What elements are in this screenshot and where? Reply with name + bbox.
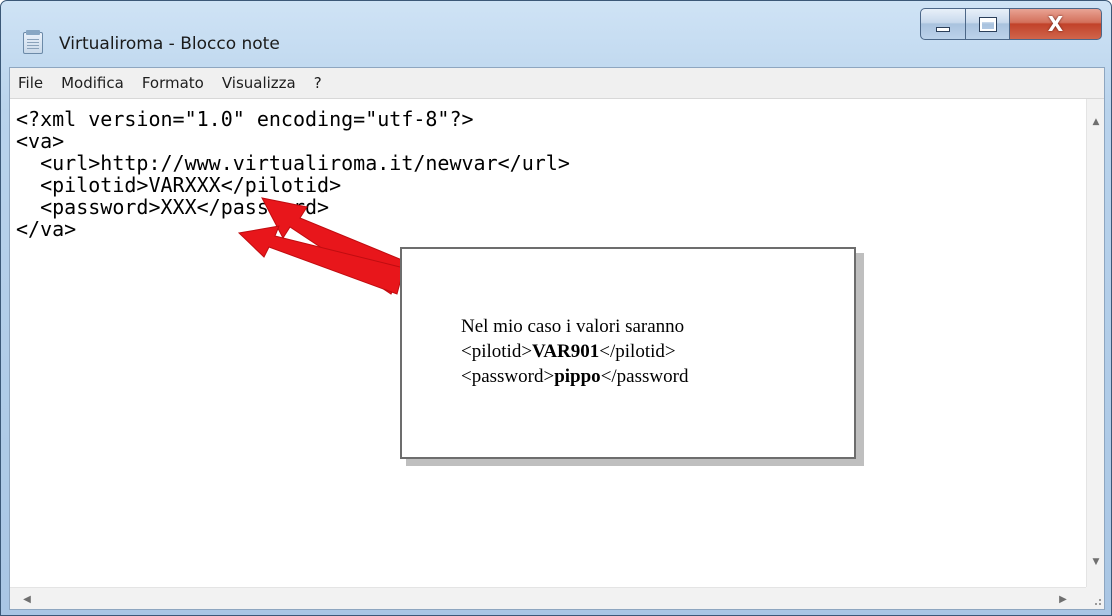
code-line: <va>: [16, 129, 65, 153]
callout-text: Nel mio caso i valori saranno <pilotid>V…: [461, 314, 688, 389]
scroll-right-icon[interactable]: ▶: [1052, 588, 1074, 610]
close-button[interactable]: X: [1010, 8, 1102, 40]
minimize-button[interactable]: [920, 8, 966, 40]
horizontal-scrollbar[interactable]: ◀ ▶: [10, 587, 1088, 609]
close-icon: X: [1047, 12, 1064, 36]
scroll-up-icon[interactable]: ▲: [1087, 113, 1105, 131]
minimize-icon: [936, 26, 950, 32]
password-value: pippo: [554, 366, 601, 387]
pilotid-open-tag: <pilotid>: [461, 341, 533, 362]
vertical-scrollbar[interactable]: ▲ ▼: [1086, 99, 1104, 589]
menu-help[interactable]: ?: [312, 72, 324, 94]
menu-bar: File Modifica Formato Visualizza ?: [10, 68, 1104, 99]
menu-formato[interactable]: Formato: [140, 72, 206, 94]
maximize-icon: [978, 16, 997, 32]
code-line: <?xml version="1.0" encoding="utf-8"?>: [16, 107, 474, 131]
annotation-callout: Nel mio caso i valori saranno <pilotid>V…: [400, 247, 856, 459]
window-title: Virtualiroma - Blocco note: [59, 34, 280, 54]
notepad-icon[interactable]: [23, 30, 43, 54]
callout-line-1: Nel mio caso i valori saranno: [461, 316, 685, 337]
callout-line-3: <password>pippo</password: [461, 364, 688, 389]
password-open-tag: <password>: [461, 366, 555, 387]
title-bar[interactable]: Virtualiroma - Blocco note X: [1, 1, 1111, 67]
menu-visualizza[interactable]: Visualizza: [220, 72, 298, 94]
scroll-left-icon[interactable]: ◀: [16, 588, 38, 610]
scroll-down-icon[interactable]: ▼: [1087, 553, 1105, 571]
password-close-tag: </password: [600, 366, 689, 387]
pilotid-close-tag: </pilotid>: [599, 341, 676, 362]
caption-buttons: X: [920, 8, 1102, 40]
code-line: <pilotid>VARXXX</pilotid>: [16, 173, 342, 197]
menu-file[interactable]: File: [16, 72, 45, 94]
code-line: </va>: [16, 217, 77, 241]
maximize-button[interactable]: [966, 8, 1010, 40]
code-line: <password>XXX</password>: [16, 195, 330, 219]
pilotid-value: VAR901: [532, 341, 600, 362]
callout-line-2: <pilotid>VAR901</pilotid>: [461, 339, 688, 364]
resize-grip-icon[interactable]: [1086, 587, 1104, 609]
code-line: <url>http://www.virtualiroma.it/newvar</…: [16, 151, 570, 175]
menu-modifica[interactable]: Modifica: [59, 72, 126, 94]
